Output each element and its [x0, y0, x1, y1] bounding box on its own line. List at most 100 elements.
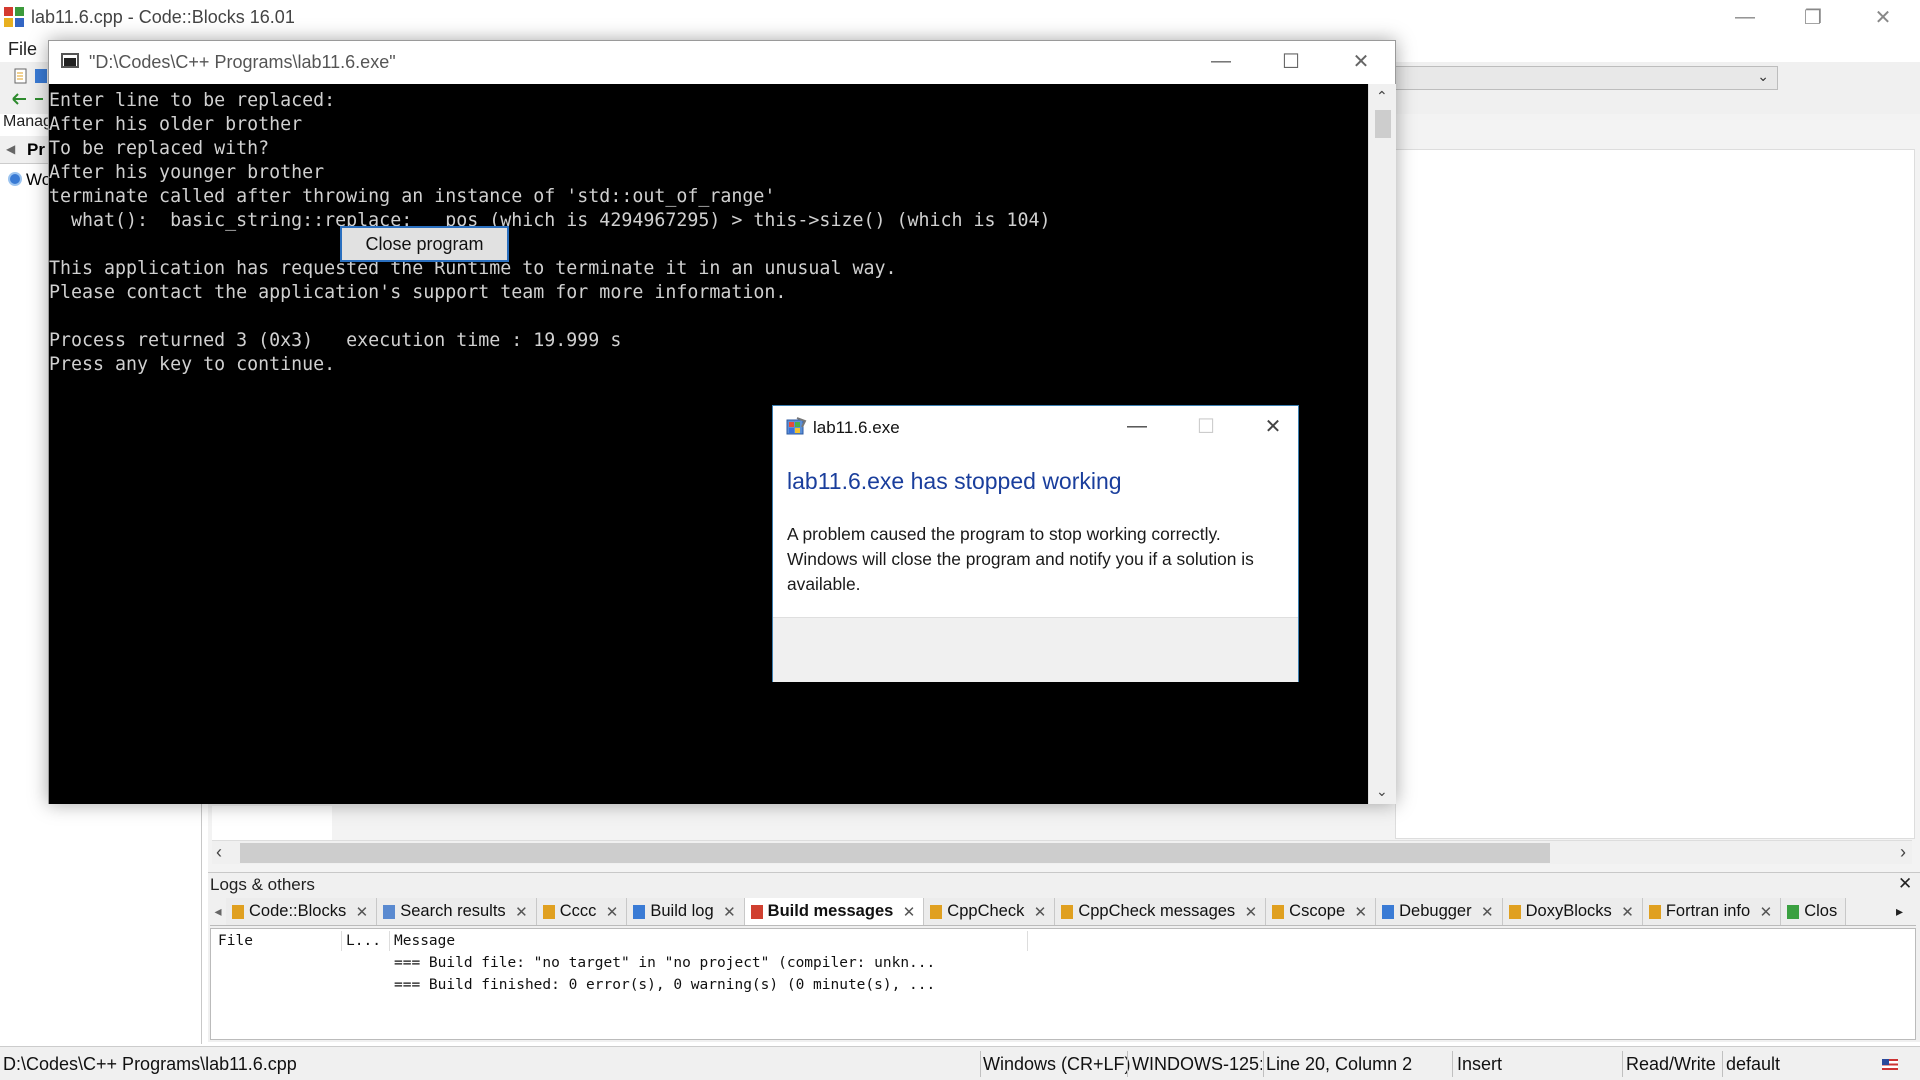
tab-label: Build messages	[767, 902, 894, 920]
workspace-tree-item[interactable]: Wo	[8, 170, 51, 190]
tab-cccc[interactable]: Cccc ✕	[536, 898, 628, 925]
status-cursor-position: Line 20, Column 2	[1266, 1054, 1413, 1074]
language-flag-icon	[1882, 1059, 1898, 1070]
console-maximize-button[interactable]: ☐	[1257, 41, 1325, 81]
maximize-icon: ☐	[1282, 50, 1300, 73]
back-arrow-icon[interactable]	[12, 93, 28, 105]
close-icon: ✕	[1352, 50, 1370, 73]
scroll-up-icon[interactable]: ⌃	[1376, 88, 1388, 105]
dialog-close-button[interactable]: ✕	[1245, 406, 1301, 446]
toolbar-combo[interactable]: ⌄	[1388, 66, 1778, 90]
tab-icon	[1648, 904, 1661, 919]
close-icon: ✕	[1874, 6, 1892, 29]
tab-close-icon[interactable]: ✕	[903, 903, 916, 921]
menu-file[interactable]: File	[8, 39, 37, 60]
console-vertical-scrollbar[interactable]: ⌃ ⌄	[1368, 84, 1396, 804]
new-file-icon[interactable]	[14, 68, 28, 84]
editor-text-area[interactable]	[1395, 149, 1915, 839]
status-access: Read/Write	[1626, 1054, 1716, 1074]
status-profile: default	[1726, 1054, 1781, 1074]
tab-clos[interactable]: Clos	[1781, 898, 1847, 925]
column-separator	[389, 931, 390, 951]
console-titlebar: "D:\Codes\C++ Programs\lab11.6.exe" — ☐ …	[49, 41, 1395, 84]
tab-close-icon[interactable]: ✕	[1760, 903, 1773, 921]
console-line: terminate called after throwing an insta…	[49, 186, 776, 207]
console-close-button[interactable]: ✕	[1327, 41, 1395, 81]
chevron-down-icon: ⌄	[1757, 68, 1769, 84]
scroll-right-icon[interactable]: ›	[1900, 842, 1906, 863]
windows-error-reporting-icon	[786, 417, 807, 435]
tab-label: Clos	[1804, 902, 1838, 920]
column-header-line[interactable]: L...	[346, 933, 381, 949]
logs-tabbar: ◂ Code::Blocks ✕ Search results ✕ Cccc ✕ Build…	[210, 898, 1916, 926]
status-line-endings: Windows (CR+LF)	[983, 1054, 1131, 1074]
forward-arrow-icon[interactable]	[34, 93, 44, 105]
tab-icon	[633, 904, 646, 919]
tab-scroll-right-icon[interactable]: ▸	[1896, 903, 1903, 920]
tab-scroll-left-icon[interactable]: ◀	[6, 142, 15, 156]
tab-scroll-left-icon[interactable]: ◂	[210, 898, 226, 925]
scrollbar-thumb[interactable]	[1375, 110, 1391, 138]
tab-close-icon[interactable]: ✕	[1034, 903, 1047, 921]
console-minimize-button[interactable]: —	[1187, 41, 1255, 81]
tab-close-icon[interactable]: ✕	[1621, 903, 1634, 921]
ide-restore-button[interactable]: ❐	[1778, 0, 1848, 34]
tab-close-icon[interactable]: ✕	[356, 903, 369, 921]
dialog-minimize-button[interactable]: —	[1109, 406, 1165, 446]
tab-close-icon[interactable]: ✕	[1481, 903, 1494, 921]
console-line: Enter line to be replaced:	[49, 90, 336, 111]
tab-close-icon[interactable]: ✕	[723, 903, 736, 921]
tab-cppcheck[interactable]: CppCheck ✕	[924, 898, 1056, 925]
scroll-down-icon[interactable]: ⌄	[1376, 783, 1388, 800]
tab-label: DoxyBlocks	[1525, 902, 1612, 920]
tab-cppcheck-messages[interactable]: CppCheck messages ✕	[1055, 898, 1267, 925]
tab-icon	[1061, 904, 1074, 919]
console-line: Process returned 3 (0x3) execution time …	[49, 330, 622, 351]
tab-fortran-info[interactable]: Fortran info ✕	[1642, 898, 1782, 925]
scroll-left-icon[interactable]: ‹	[216, 842, 222, 863]
tab-code-blocks[interactable]: Code::Blocks ✕	[226, 898, 378, 925]
tab-close-icon[interactable]: ✕	[515, 903, 528, 921]
tab-icon	[542, 904, 555, 919]
ide-close-button[interactable]: ✕	[1848, 0, 1918, 34]
tab-close-icon[interactable]: ✕	[606, 903, 619, 921]
column-separator	[1027, 931, 1028, 951]
tab-label: Build log	[650, 902, 714, 920]
tab-projects[interactable]: Pr	[27, 140, 45, 160]
tab-cscope[interactable]: Cscope ✕	[1266, 898, 1377, 925]
tab-icon	[232, 904, 244, 919]
tab-search-results[interactable]: Search results ✕	[377, 898, 537, 925]
tab-doxyblocks[interactable]: DoxyBlocks ✕	[1502, 898, 1643, 925]
ide-titlebar: lab11.6.cpp - Code::Blocks 16.01 — ❐ ✕	[0, 0, 1920, 34]
table-row[interactable]: === Build finished: 0 error(s), 0 warnin…	[394, 977, 935, 993]
scrollbar-thumb[interactable]	[240, 843, 1550, 863]
logs-close-icon[interactable]: ✕	[1898, 874, 1912, 894]
tab-label: CppCheck	[947, 902, 1025, 920]
editor-gutter	[212, 806, 332, 842]
tab-icon	[930, 904, 943, 919]
status-separator	[1622, 1051, 1623, 1077]
ide-minimize-button[interactable]: —	[1710, 0, 1780, 34]
maximize-icon: ☐	[1197, 415, 1215, 438]
tab-icon	[1508, 904, 1521, 919]
tab-close-icon[interactable]: ✕	[1245, 903, 1258, 921]
tab-debugger[interactable]: Debugger ✕	[1376, 898, 1503, 925]
status-insert-mode: Insert	[1457, 1054, 1503, 1074]
status-separator	[1452, 1051, 1453, 1077]
tab-close-icon[interactable]: ✕	[1355, 903, 1368, 921]
codeblocks-app-icon	[4, 7, 24, 27]
dialog-heading: lab11.6.exe has stopped working	[787, 468, 1122, 494]
save-icon[interactable]	[34, 68, 48, 84]
close-program-button[interactable]: Close program	[340, 226, 509, 262]
dialog-maximize-button: ☐	[1178, 406, 1234, 446]
table-row[interactable]: === Build file: "no target" in "no proje…	[394, 955, 935, 971]
column-header-file[interactable]: File	[218, 933, 253, 949]
editor-horizontal-scrollbar[interactable]: ‹ ›	[212, 840, 1912, 864]
tab-build-log[interactable]: Build log ✕	[627, 898, 745, 925]
column-header-message[interactable]: Message	[394, 933, 455, 949]
minimize-icon: —	[1211, 49, 1231, 72]
status-separator	[1263, 1051, 1264, 1077]
tab-build-messages[interactable]: Build messages ✕	[744, 898, 925, 925]
